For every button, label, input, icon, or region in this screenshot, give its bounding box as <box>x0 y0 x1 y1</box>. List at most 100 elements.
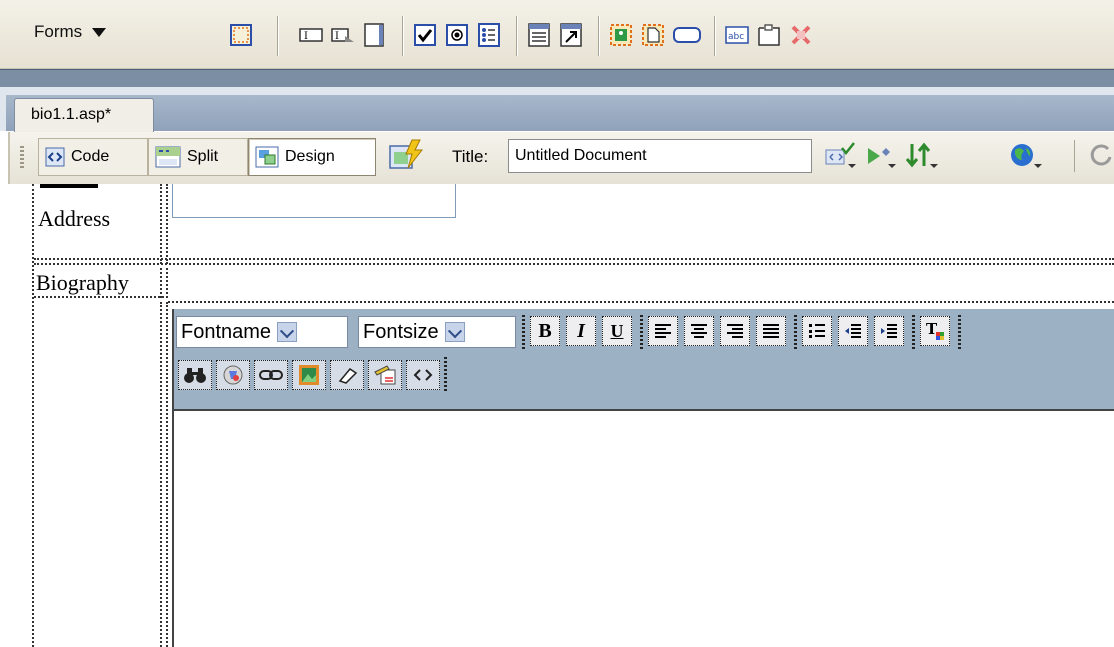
label-icon[interactable]: abc <box>724 22 750 48</box>
justify-icon <box>763 324 779 338</box>
address-field[interactable] <box>172 184 456 218</box>
toolbar-separator <box>522 315 525 351</box>
insert-bar: Forms I I abc <box>0 0 1114 69</box>
toolbar-separator <box>516 16 518 56</box>
eraser-button[interactable] <box>330 360 364 390</box>
fontsize-select[interactable]: Fontsize <box>358 316 516 348</box>
jump-menu-icon[interactable] <box>558 22 584 48</box>
align-right-icon <box>727 324 743 338</box>
text-color-icon: T <box>926 320 944 340</box>
table-cell-border <box>32 184 34 647</box>
table-row-border <box>168 301 1114 303</box>
insert-category-menu[interactable]: Forms <box>34 22 107 42</box>
table-cell-border <box>166 302 168 647</box>
design-canvas[interactable]: Address Biography Fontname Fontsize B I … <box>0 184 1114 647</box>
object-icon <box>223 365 243 385</box>
align-center-icon <box>691 324 707 338</box>
hidden-field-icon[interactable]: I <box>330 22 356 48</box>
design-view-icon <box>255 146 279 168</box>
chevron-down-icon <box>444 322 465 342</box>
toolbar-separator <box>714 16 716 56</box>
toolbar-grip[interactable] <box>20 146 24 170</box>
align-right-button[interactable] <box>720 316 750 346</box>
checkbox-icon[interactable] <box>412 22 438 48</box>
align-left-button[interactable] <box>648 316 678 346</box>
svg-text:abc: abc <box>728 32 744 42</box>
table-row-border <box>34 296 164 298</box>
table-row-border <box>34 263 1114 265</box>
text-color-button[interactable]: T <box>920 316 950 346</box>
live-view-icon[interactable] <box>386 138 426 174</box>
align-center-button[interactable] <box>684 316 714 346</box>
table-cell-border <box>166 268 168 298</box>
toolbar-separator <box>444 357 447 393</box>
split-view-icon <box>155 146 181 168</box>
pencil-paper-icon <box>374 365 396 385</box>
image-field-icon[interactable] <box>608 22 634 48</box>
preview-in-browser-icon[interactable] <box>1008 140 1042 170</box>
italic-button[interactable]: I <box>566 316 596 346</box>
view-source-button[interactable] <box>406 360 440 390</box>
refresh-icon[interactable] <box>1088 140 1114 170</box>
insert-object-button[interactable] <box>216 360 250 390</box>
editor-content-area[interactable] <box>174 409 1114 647</box>
rich-text-editor: Fontname Fontsize B I U T <box>172 309 1114 647</box>
radio-group-icon[interactable] <box>476 22 502 48</box>
fieldset-icon[interactable] <box>756 22 782 48</box>
code-view-label: Code <box>71 148 110 165</box>
button-icon[interactable] <box>672 22 702 48</box>
unordered-list-button[interactable] <box>802 316 832 346</box>
design-view-label: Design <box>285 148 335 165</box>
insert-image-button[interactable] <box>292 360 326 390</box>
underline-button[interactable]: U <box>602 316 632 346</box>
code-view-icon <box>45 147 65 167</box>
textarea-icon[interactable] <box>362 22 388 48</box>
split-view-button[interactable]: Split <box>148 138 248 176</box>
text-field-icon[interactable]: I <box>298 22 324 48</box>
fontname-label: Fontname <box>181 320 272 343</box>
svg-text:I: I <box>304 31 308 42</box>
document-tab[interactable]: bio1.1.asp* <box>14 98 154 132</box>
insert-link-button[interactable] <box>254 360 288 390</box>
document-title-field[interactable] <box>508 139 812 173</box>
image-icon <box>299 365 319 385</box>
title-label: Title: <box>452 147 489 166</box>
chevron-down-icon <box>277 322 298 342</box>
spell-check-button[interactable] <box>368 360 402 390</box>
editor-toolbar: Fontname Fontsize B I U T <box>174 309 1114 409</box>
table-cell-border <box>160 184 162 264</box>
chevron-down-icon <box>92 28 107 38</box>
binoculars-icon <box>184 368 206 383</box>
code-brackets-icon <box>413 369 433 381</box>
toolbar-separator <box>277 16 279 56</box>
justify-button[interactable] <box>756 316 786 346</box>
bold-button[interactable]: B <box>530 316 560 346</box>
validate-markup-icon[interactable] <box>824 140 858 170</box>
document-tab-strip <box>0 95 1114 131</box>
code-view-button[interactable]: Code <box>38 138 148 176</box>
eraser-icon <box>338 368 358 384</box>
align-left-icon <box>655 324 671 338</box>
find-button[interactable] <box>178 360 212 390</box>
fontname-select[interactable]: Fontname <box>176 316 348 348</box>
radio-button-icon[interactable] <box>444 22 470 48</box>
insert-category-label: Forms <box>34 22 83 41</box>
link-icon <box>259 370 283 380</box>
biography-label: Biography <box>36 270 129 295</box>
spry-validation-icon[interactable] <box>788 22 814 48</box>
address-label: Address <box>38 206 111 231</box>
list-menu-icon[interactable] <box>526 22 552 48</box>
toolbar-separator <box>794 315 797 351</box>
indent-button[interactable] <box>874 316 904 346</box>
outdent-button[interactable] <box>838 316 868 346</box>
form-icon[interactable] <box>228 22 254 48</box>
window-frame-inner <box>0 87 1114 95</box>
svg-text:I: I <box>335 31 339 42</box>
file-field-icon[interactable] <box>640 22 666 48</box>
table-row-border <box>34 258 1114 260</box>
toolbar-separator <box>640 315 643 351</box>
file-management-icon[interactable] <box>904 140 938 170</box>
design-view-button[interactable]: Design <box>248 138 376 176</box>
toolbar-separator <box>1074 140 1075 172</box>
browser-compatibility-icon[interactable] <box>864 140 898 170</box>
